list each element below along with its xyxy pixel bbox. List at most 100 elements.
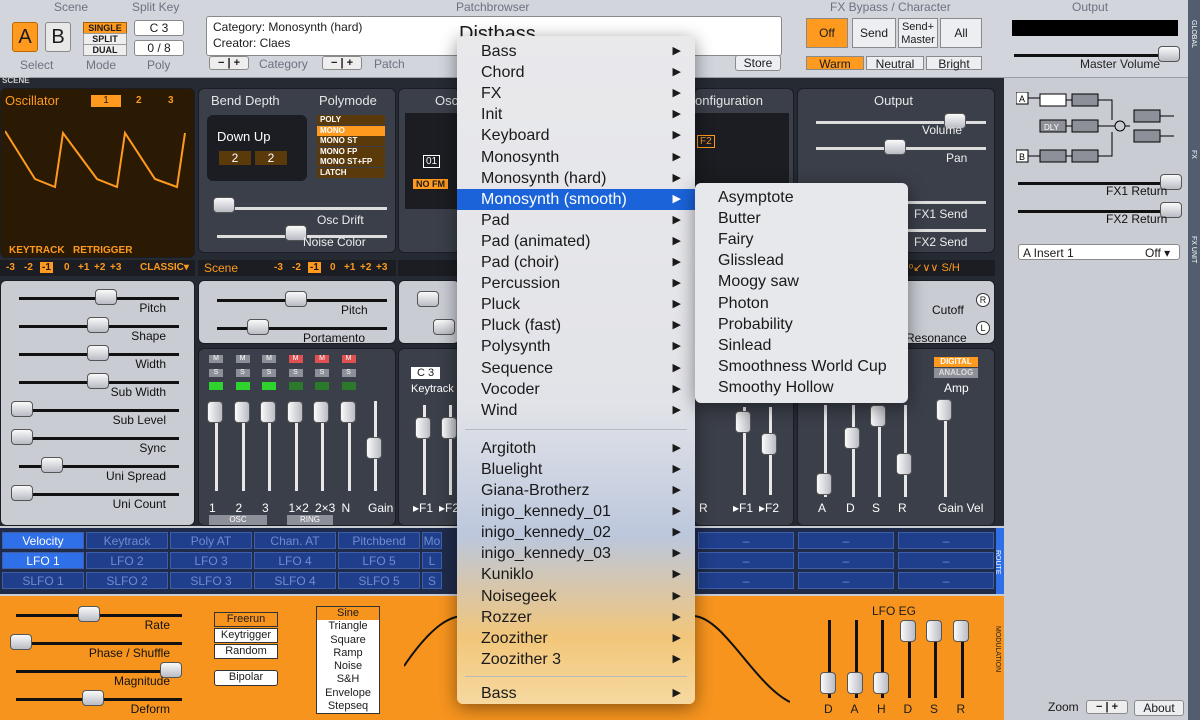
osc-slider-knob[interactable] xyxy=(11,401,33,417)
osc-octave-p1[interactable]: +1 xyxy=(78,262,89,273)
osc-tab-3[interactable]: 3 xyxy=(168,95,174,106)
menu-item-category[interactable]: Vocoder ▶ xyxy=(457,379,695,400)
osc-drift-track[interactable] xyxy=(217,207,387,210)
lfo-slider-knob[interactable] xyxy=(78,606,100,622)
menu-item-category[interactable]: FX ▶ xyxy=(457,83,695,104)
route-tab[interactable]: ROUTE xyxy=(994,528,1004,594)
config-eg-knob-2[interactable] xyxy=(761,433,777,455)
polymode-option[interactable]: MONO FP xyxy=(317,146,385,157)
polymode-option[interactable]: LATCH xyxy=(317,167,385,178)
menu-item-author[interactable]: inigo_kennedy_02 ▶ xyxy=(457,522,695,543)
scene-octave-p3[interactable]: +3 xyxy=(376,262,387,273)
menu-item-category[interactable]: Pad (choir) ▶ xyxy=(457,252,695,273)
lfo-shape-option[interactable]: Ramp xyxy=(317,647,379,660)
f2-knob[interactable] xyxy=(441,417,457,439)
minus-icon[interactable]: − xyxy=(218,57,224,69)
no-fm-button[interactable]: NO FM xyxy=(413,179,448,189)
trigger-mode-option[interactable]: Keytrigger xyxy=(214,628,278,643)
solo-button[interactable]: S xyxy=(315,369,329,377)
scene-octave-0[interactable]: 0 xyxy=(330,262,336,273)
zoom-stepper[interactable]: − | + xyxy=(1086,700,1128,714)
osc-octave-m3[interactable]: -3 xyxy=(6,262,15,273)
submenu-patch-item[interactable]: Probability xyxy=(695,314,908,335)
amp-eg-knob[interactable] xyxy=(896,453,912,475)
polymode-option[interactable]: MONO ST xyxy=(317,136,385,146)
filter-knob-2[interactable] xyxy=(433,319,455,335)
bend-up-value[interactable]: 2 xyxy=(255,151,287,165)
submenu-patch-item[interactable]: Fairy xyxy=(695,229,908,250)
scene-octave-m3[interactable]: -3 xyxy=(274,262,283,273)
plus-icon[interactable]: + xyxy=(347,57,353,69)
mod-slot[interactable]: – xyxy=(898,552,994,569)
scene-octave-m2[interactable]: -2 xyxy=(292,262,301,273)
menu-item-author[interactable]: Giana-Brotherz ▶ xyxy=(457,480,695,501)
minus-icon[interactable]: − xyxy=(1096,701,1102,713)
mute-button[interactable]: M xyxy=(288,355,303,363)
fx-insert-select[interactable]: A Insert 1 Off ▾ xyxy=(1018,244,1180,260)
amp-eg-knob[interactable] xyxy=(816,473,832,495)
osc-drift-knob[interactable] xyxy=(213,197,235,213)
fx-send-master-button[interactable]: Send+ Master xyxy=(898,18,938,48)
polymode-option[interactable]: MONO ST+FP xyxy=(317,157,385,167)
osc-type-select[interactable]: CLASSIC▾ xyxy=(140,262,189,273)
menu-item-author[interactable]: inigo_kennedy_01 ▶ xyxy=(457,501,695,522)
portamento-track[interactable] xyxy=(217,327,387,330)
lfo-eg-knob[interactable] xyxy=(899,620,916,642)
scene-b-button[interactable]: B xyxy=(45,22,71,52)
menu-item-author[interactable]: Bluelight ▶ xyxy=(457,459,695,480)
lfo-shape-option[interactable]: Stepseq xyxy=(317,700,379,713)
mod-slot[interactable]: – xyxy=(898,532,994,549)
fx-unit-tab[interactable]: FX UNIT xyxy=(1190,236,1197,263)
menu-item-author[interactable]: Rozzer ▶ xyxy=(457,607,695,628)
portamento-knob[interactable] xyxy=(247,319,269,335)
analog-button[interactable]: ANALOG xyxy=(934,368,978,378)
mod-source-row1[interactable]: Mo xyxy=(422,532,442,549)
menu-item-category[interactable]: Percussion ▶ xyxy=(457,273,695,294)
trigger-mode-option[interactable]: Freerun xyxy=(214,612,278,627)
keytrack-toggle[interactable]: KEYTRACK xyxy=(9,245,65,256)
l-badge[interactable]: L xyxy=(976,321,990,335)
solo-button[interactable]: S xyxy=(209,369,223,377)
plus-icon[interactable]: + xyxy=(234,57,240,69)
menu-item-author[interactable]: Argitoth ▶ xyxy=(457,438,695,459)
submenu-patch-item[interactable]: Butter xyxy=(695,208,908,229)
mod-source-row2[interactable]: LFO 3 xyxy=(170,552,252,569)
amp-eg-knob[interactable] xyxy=(936,399,952,421)
store-button[interactable]: Store xyxy=(735,55,781,71)
osc-octave-m2[interactable]: -2 xyxy=(24,262,33,273)
menu-item-category[interactable]: Init ▶ xyxy=(457,104,695,125)
menu-item-category[interactable]: Pad (animated) ▶ xyxy=(457,231,695,252)
osc-slider-track[interactable] xyxy=(19,409,179,412)
lfo-eg-knob[interactable] xyxy=(846,672,863,694)
scene-pitch-knob[interactable] xyxy=(285,291,307,307)
amp-eg-track[interactable] xyxy=(904,405,907,497)
mod-slot[interactable]: – xyxy=(898,572,994,589)
osc-slider-knob[interactable] xyxy=(41,457,63,473)
mod-slot[interactable]: – xyxy=(698,552,794,569)
osc-tab-2[interactable]: 2 xyxy=(136,95,142,106)
pan-knob[interactable] xyxy=(884,139,906,155)
menu-item-category[interactable]: Pluck (fast) ▶ xyxy=(457,315,695,336)
bend-down-value[interactable]: 2 xyxy=(219,151,251,165)
mixer-fader-knob[interactable] xyxy=(207,401,223,423)
minus-icon[interactable]: − xyxy=(331,57,337,69)
mixer-fader-knob[interactable] xyxy=(339,401,356,423)
config-eg-knob-1[interactable] xyxy=(735,411,751,433)
scene-a-button[interactable]: A xyxy=(12,22,38,52)
mod-slot[interactable]: – xyxy=(798,572,894,589)
menu-item-category[interactable]: Chord ▶ xyxy=(457,62,695,83)
lfo-shape-option[interactable]: S&H xyxy=(317,673,379,686)
menu-item-author[interactable]: inigo_kennedy_03 ▶ xyxy=(457,543,695,564)
lfo-shape-option[interactable]: Noise xyxy=(317,660,379,673)
menu-item-category[interactable]: Bass ▶ xyxy=(457,41,695,62)
osc-slider-knob[interactable] xyxy=(11,485,33,501)
menu-item-author[interactable]: Noisegeek ▶ xyxy=(457,586,695,607)
lfo-slider-track[interactable] xyxy=(16,642,182,645)
solo-button[interactable]: S xyxy=(341,369,356,377)
retrigger-toggle[interactable]: RETRIGGER xyxy=(73,245,132,256)
mixer-fader-knob[interactable] xyxy=(233,401,250,423)
modulation-tab[interactable]: MODULATION xyxy=(994,596,1004,720)
solo-button[interactable]: S xyxy=(235,369,250,377)
menu-item-category[interactable]: Monosynth ▶ xyxy=(457,147,695,168)
mod-source-row1[interactable]: Velocity xyxy=(2,532,84,549)
